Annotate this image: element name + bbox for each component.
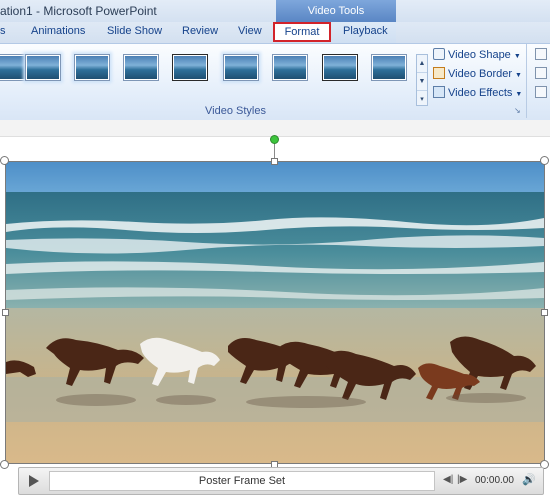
resize-handle-right[interactable] xyxy=(541,309,548,316)
ribbon: ▲ ▼ ▾ Video Styles ↘ Video Shape ▼ Video … xyxy=(0,43,550,121)
video-style-thumb[interactable] xyxy=(371,54,407,81)
video-style-thumb[interactable] xyxy=(322,54,358,81)
send-backward-icon[interactable] xyxy=(535,67,547,79)
sky xyxy=(6,162,544,194)
chevron-down-icon: ▼ xyxy=(515,72,522,79)
rotation-handle[interactable] xyxy=(270,135,279,144)
resize-handle-top-right[interactable] xyxy=(540,156,549,165)
chevron-down-icon: ▼ xyxy=(513,53,521,60)
bring-forward-icon[interactable] xyxy=(535,48,547,60)
resize-handle-top[interactable] xyxy=(271,158,278,165)
video-style-thumb[interactable] xyxy=(25,54,61,81)
playback-time: 00:00.00 xyxy=(475,475,514,486)
step-back-icon[interactable]: ◀| xyxy=(443,474,453,485)
volume-icon[interactable]: 🔊 xyxy=(522,473,536,486)
play-icon[interactable] xyxy=(23,472,43,490)
dialog-launcher-icon[interactable]: ↘ xyxy=(514,107,522,115)
resize-handle-top-left[interactable] xyxy=(0,156,9,165)
poster-frame-status[interactable]: Poster Frame Set xyxy=(49,471,435,491)
reflection xyxy=(56,394,136,406)
video-effects-button[interactable]: Video Effects ▼ xyxy=(433,86,522,104)
title-bar: ation1 - Microsoft PowerPoint Video Tool… xyxy=(0,0,550,22)
chevron-down-icon: ▼ xyxy=(515,91,523,98)
video-border-label: Video Border xyxy=(448,68,513,80)
selection-pane-icon[interactable] xyxy=(535,86,547,98)
step-forward-icon[interactable]: |▶ xyxy=(457,474,467,485)
tab-format[interactable]: Format xyxy=(273,22,331,42)
video-shape-button[interactable]: Video Shape ▼ xyxy=(433,48,521,66)
tab-review[interactable]: Review xyxy=(182,25,218,37)
tab-partial[interactable]: s xyxy=(0,25,6,37)
pencil-border-icon xyxy=(433,67,445,79)
video-effects-label: Video Effects xyxy=(448,87,513,99)
video-styles-gallery xyxy=(0,48,415,98)
effects-icon xyxy=(433,86,445,98)
playback-bar: Poster Frame Set ◀| |▶ 00:00.00 🔊 xyxy=(18,467,544,495)
video-style-thumb[interactable] xyxy=(272,54,308,81)
reflection xyxy=(156,395,216,405)
video-frame-image xyxy=(6,162,544,463)
video-style-thumb[interactable] xyxy=(223,54,259,81)
tab-view[interactable]: View xyxy=(238,25,262,37)
tab-slide-show[interactable]: Slide Show xyxy=(107,25,162,37)
video-border-button[interactable]: Video Border ▼ xyxy=(433,67,522,85)
gallery-up-icon[interactable]: ▲ xyxy=(417,55,427,73)
video-style-thumb[interactable] xyxy=(123,54,159,81)
resize-handle-bottom-left[interactable] xyxy=(0,460,9,469)
ribbon-tab-row: s Animations Slide Show Review View Form… xyxy=(0,22,550,43)
gallery-more-icon[interactable]: ▾ xyxy=(417,91,427,108)
video-tools-header: Video Tools xyxy=(276,0,396,22)
gallery-scroll: ▲ ▼ ▾ xyxy=(416,54,428,106)
gallery-down-icon[interactable]: ▼ xyxy=(417,73,427,91)
tab-playback[interactable]: Playback xyxy=(343,25,388,37)
video-player[interactable] xyxy=(5,161,545,464)
video-shape-label: Video Shape xyxy=(448,49,511,61)
video-style-thumb[interactable] xyxy=(172,54,208,81)
shapes-icon xyxy=(433,48,445,60)
reflection xyxy=(246,396,366,408)
video-styles-group-label: Video Styles xyxy=(205,105,266,117)
video-style-thumb[interactable] xyxy=(74,54,110,81)
resize-handle-left[interactable] xyxy=(2,309,9,316)
ribbon-separator xyxy=(526,44,527,118)
reflection xyxy=(446,393,526,403)
tab-animations[interactable]: Animations xyxy=(31,25,85,37)
window-title: ation1 - Microsoft PowerPoint xyxy=(0,4,157,18)
